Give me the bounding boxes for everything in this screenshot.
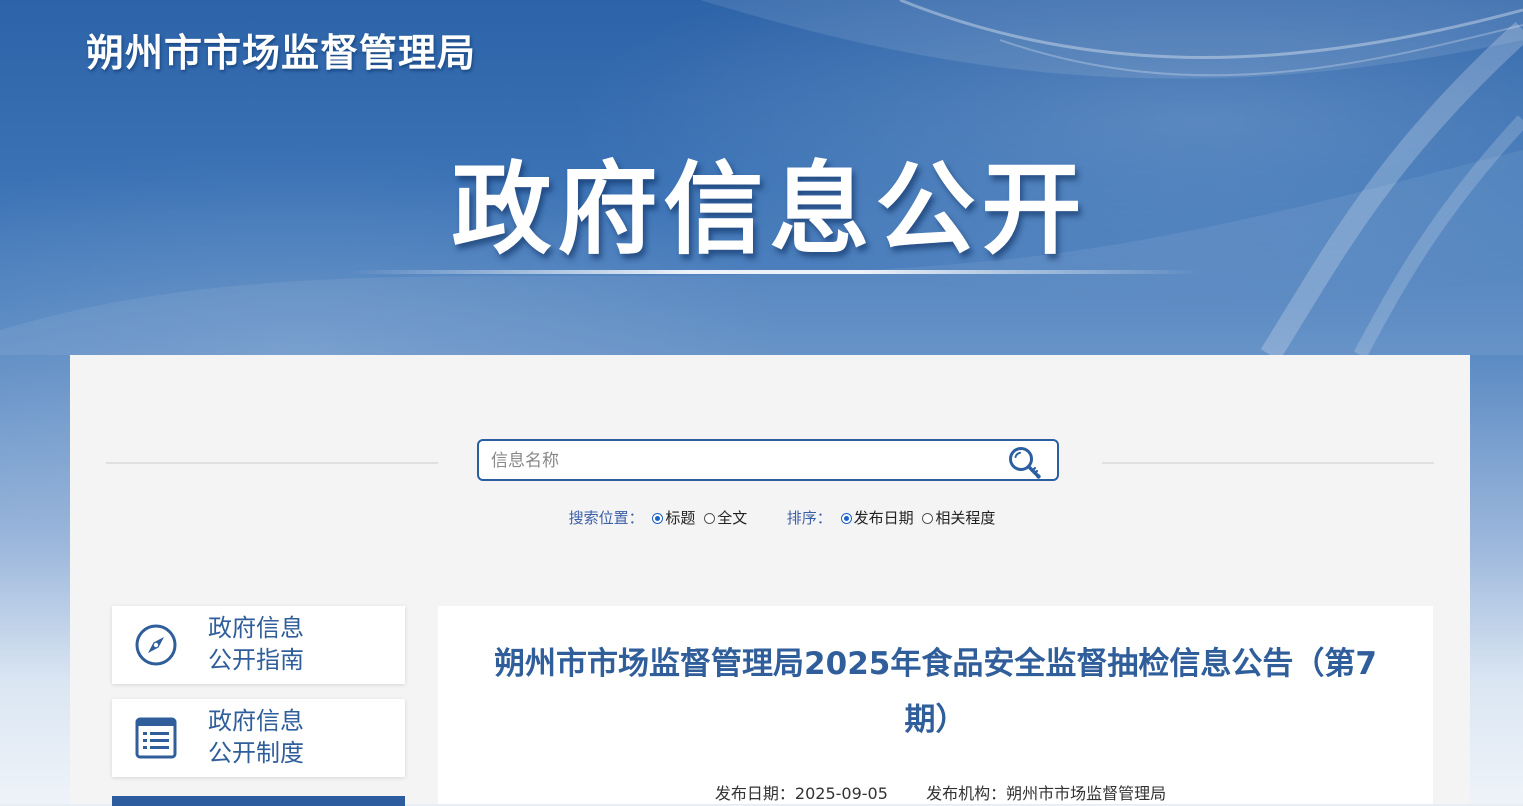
sidebar-item-guide[interactable]: 政府信息 公开指南 [112, 606, 405, 684]
publish-org-label: 发布机构： [926, 784, 1007, 803]
search-divider-left [106, 462, 438, 464]
site-name[interactable]: 朔州市市场监督管理局 [86, 22, 476, 77]
sidebar-item-active[interactable] [112, 796, 405, 806]
sidebar-item-label-line1: 政府信息 [208, 707, 304, 735]
sort-label: 排序： [786, 509, 832, 527]
sort-option-date[interactable]: 发布日期 [854, 509, 914, 527]
article-content: 朔州市市场监督管理局2025年食品安全监督抽检信息公告（第7期） 发布日期：20… [438, 606, 1433, 804]
sort-option-relevance[interactable]: 相关程度 [935, 509, 995, 527]
scope-option-fulltext[interactable]: 全文 [717, 509, 747, 527]
sidebar-item-label-line2: 公开指南 [208, 646, 304, 674]
main-panel: 搜索位置： 标题 全文 排序： 发布日期 相关程度 政府信息 公开指南 [70, 355, 1470, 806]
search-options: 搜索位置： 标题 全文 排序： 发布日期 相关程度 [70, 507, 1470, 528]
sort-radio-date[interactable] [840, 513, 852, 524]
scope-radio-fulltext[interactable] [704, 513, 716, 524]
search-input[interactable] [489, 448, 993, 474]
search-key-icon [1009, 447, 1041, 479]
publish-date: 2025-09-05 [794, 784, 888, 803]
sort-radio-relevance[interactable] [922, 513, 934, 524]
search-button[interactable] [1007, 445, 1043, 479]
scope-label: 搜索位置： [568, 509, 644, 527]
search-box [477, 439, 1059, 481]
banner-title: 政府信息公开 [451, 151, 1088, 268]
publish-org: 朔州市市场监督管理局 [1006, 784, 1167, 803]
scope-radio-title[interactable] [652, 513, 664, 524]
sidebar-item-label-line2: 公开制度 [208, 739, 304, 767]
sidebar-item-label: 政府信息 公开制度 [208, 705, 304, 769]
sidebar-item-label: 政府信息 公开指南 [208, 612, 304, 676]
article-title: 朔州市市场监督管理局2025年食品安全监督抽检信息公告（第7期） [494, 646, 1377, 738]
article-meta: 发布日期：2025-09-05 发布机构：朔州市市场监督管理局 [438, 780, 1433, 804]
document-list-icon [135, 717, 177, 759]
publish-date-label: 发布日期： [714, 784, 795, 803]
search-divider-right [1102, 462, 1434, 464]
sidebar-item-label-line1: 政府信息 [208, 614, 304, 642]
compass-icon [135, 624, 177, 666]
sidebar-item-system[interactable]: 政府信息 公开制度 [112, 699, 405, 777]
banner-divider [350, 270, 1200, 274]
scope-option-title[interactable]: 标题 [665, 509, 695, 527]
